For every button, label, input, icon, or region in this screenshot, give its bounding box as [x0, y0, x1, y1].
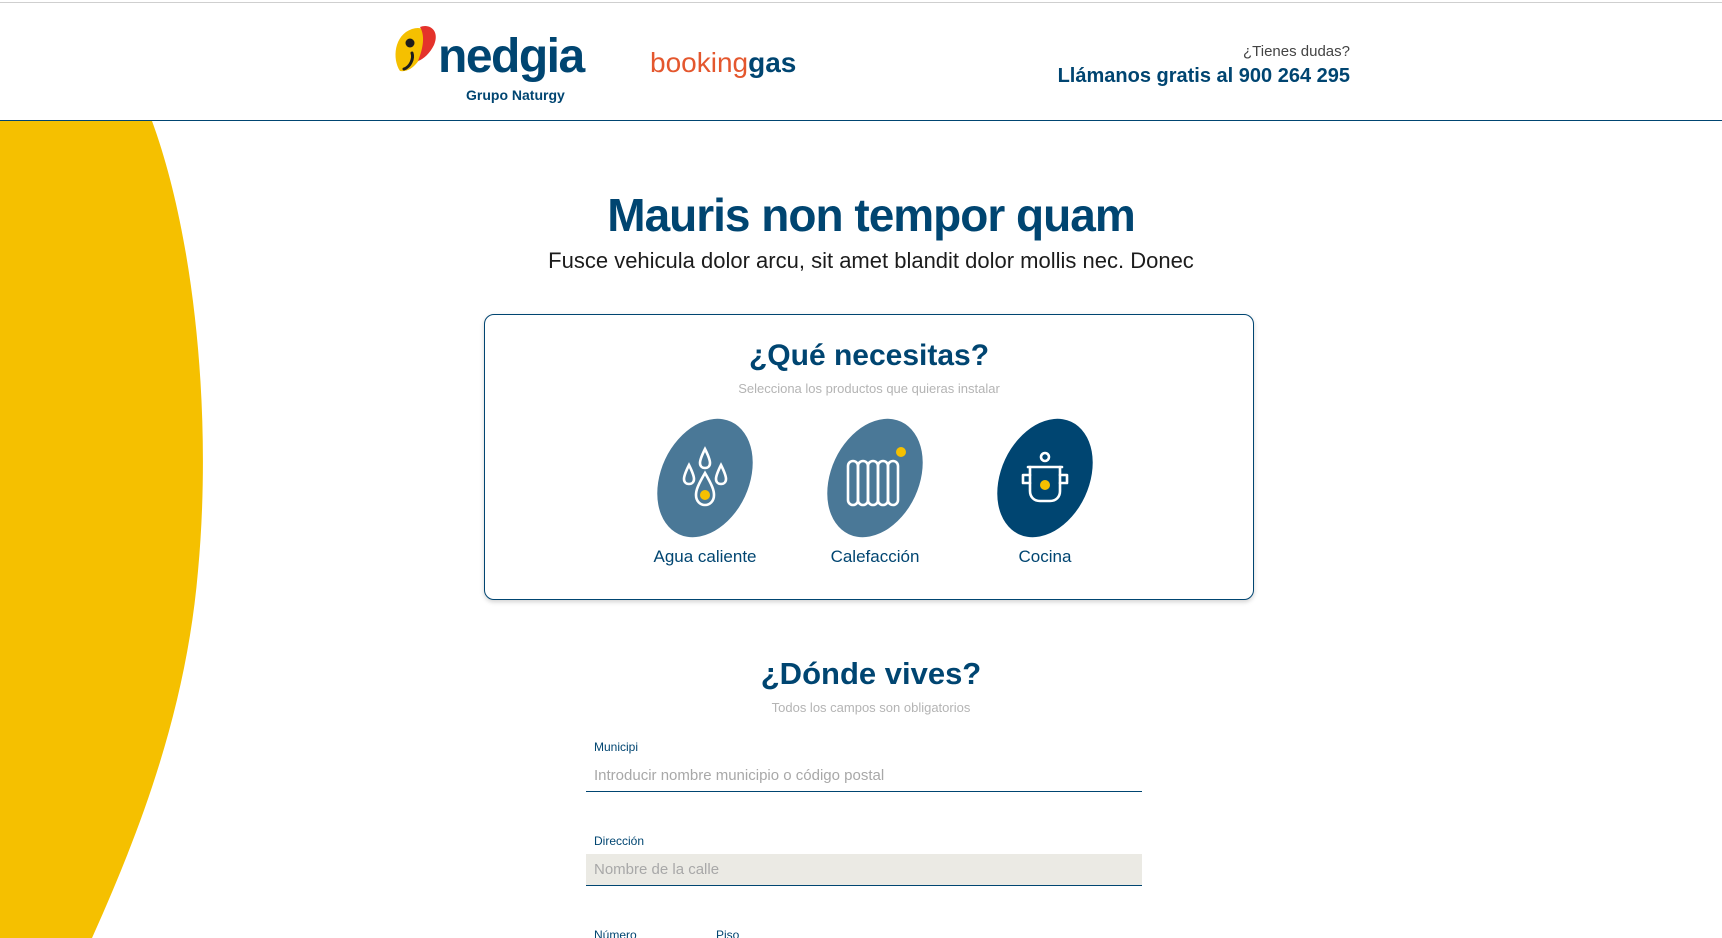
contact-phone-link[interactable]: Llámanos gratis al 900 264 295	[1058, 65, 1350, 88]
needs-title: ¿Qué necesitas?	[748, 339, 990, 372]
bookinggas-logo-part2: gas	[748, 47, 797, 78]
street-label: Dirección	[594, 834, 645, 848]
logo-tagline: Grupo Naturgy	[466, 87, 565, 103]
product-label: Calefacción	[830, 547, 920, 566]
product-label: Agua caliente	[653, 547, 757, 566]
decorative-yellow-shape	[0, 121, 203, 938]
hero-subtitle: Fusce vehicula dolor arcu, sit amet blan…	[548, 248, 1194, 273]
needs-subtitle: Selecciona los productos que quieras ins…	[738, 381, 1000, 396]
street-input[interactable]	[586, 854, 1142, 886]
radiator-icon	[827, 418, 923, 538]
address-subtitle: Todos los campos son obligatorios	[771, 700, 971, 715]
product-label: Cocina	[1018, 547, 1072, 566]
address-title: ¿Dónde vives?	[760, 656, 982, 691]
nedgia-logo[interactable]: nedgia Grupo Naturgy	[390, 21, 585, 107]
bookinggas-logo-part1: booking	[650, 47, 749, 78]
water-drops-icon	[657, 418, 753, 538]
number-label: Número	[594, 928, 637, 938]
product-calefaccion[interactable]: Calefacción	[805, 417, 945, 567]
bookinggas-logo[interactable]: bookinggas	[650, 49, 796, 77]
logo-wordmark: nedgia	[438, 30, 585, 83]
floor-label: Piso	[716, 928, 740, 938]
hero-title: Mauris non tempor quam	[607, 189, 1135, 241]
contact-question: ¿Tienes dudas?	[1242, 43, 1350, 60]
cooking-pot-icon	[997, 418, 1093, 538]
municipality-label: Municipi	[594, 740, 639, 754]
product-agua-caliente[interactable]: Agua caliente	[635, 417, 775, 567]
site-header: nedgia Grupo Naturgy bookinggas ¿Tienes …	[0, 3, 1722, 121]
product-cocina[interactable]: Cocina	[975, 417, 1115, 567]
municipality-input[interactable]	[586, 760, 1142, 792]
contact-block: ¿Tienes dudas? Llámanos gratis al 900 26…	[1058, 43, 1350, 88]
page: nedgia Grupo Naturgy bookinggas ¿Tienes …	[0, 0, 1722, 938]
needs-card: ¿Qué necesitas? Selecciona los productos…	[484, 314, 1254, 600]
